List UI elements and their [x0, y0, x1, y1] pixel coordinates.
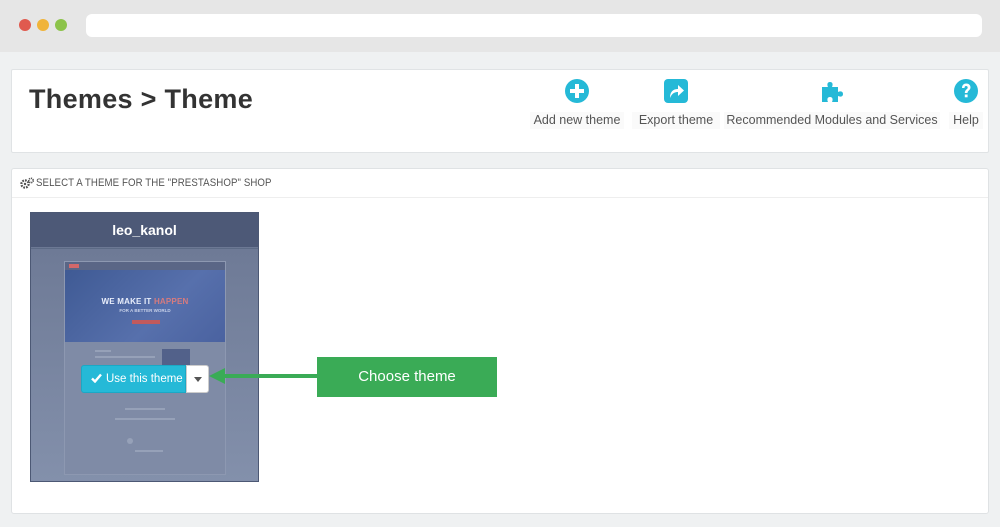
recommended-modules-label: Recommended Modules and Services	[724, 112, 940, 129]
preview-navbar	[65, 262, 225, 270]
theme-name: leo_kanol	[112, 222, 177, 238]
theme-card[interactable]: leo_kanol WE MAKE IT HAPPEN FOR A BETTER…	[30, 212, 259, 482]
preview-dot	[127, 438, 133, 444]
preview-text-line	[115, 418, 175, 420]
question-circle-icon	[954, 79, 978, 103]
preview-text-line	[125, 408, 165, 410]
admin-page: Themes > Theme Add new theme Export them…	[0, 52, 1000, 527]
preview-text-line	[95, 356, 155, 358]
preview-hero-banner: WE MAKE IT HAPPEN FOR A BETTER WORLD	[65, 270, 225, 342]
theme-name-bar: leo_kanol	[31, 213, 258, 248]
export-theme-button[interactable]: Export theme	[632, 76, 720, 130]
address-bar[interactable]	[86, 14, 982, 37]
browser-chrome	[0, 0, 1000, 52]
add-new-theme-label: Add new theme	[530, 112, 624, 129]
preview-subline: FOR A BETTER WORLD	[119, 308, 171, 313]
help-label: Help	[949, 112, 983, 129]
window-maximize-dot[interactable]	[55, 19, 67, 31]
caret-down-icon	[194, 377, 202, 382]
window-minimize-dot[interactable]	[37, 19, 49, 31]
preview-headline: WE MAKE IT HAPPEN	[101, 297, 189, 306]
theme-options-dropdown-button[interactable]	[186, 365, 209, 393]
use-this-theme-button[interactable]: Use this theme	[81, 365, 186, 393]
choose-theme-callout: Choose theme	[317, 357, 497, 397]
plus-circle-icon	[565, 79, 589, 103]
export-theme-label: Export theme	[632, 112, 720, 129]
use-this-theme-label: Use this theme	[106, 373, 183, 385]
panel-title: SELECT A THEME FOR THE "PRESTASHOP" SHOP	[36, 177, 272, 189]
annotation-arrow	[209, 368, 319, 384]
preview-text-line	[95, 350, 111, 352]
share-icon	[664, 79, 688, 103]
gears-icon	[20, 177, 34, 189]
theme-select-panel: SELECT A THEME FOR THE "PRESTASHOP" SHOP…	[11, 168, 989, 514]
puzzle-icon	[822, 82, 843, 102]
preview-logo	[69, 264, 79, 268]
window-close-dot[interactable]	[19, 19, 31, 31]
recommended-modules-button[interactable]: Recommended Modules and Services	[724, 76, 940, 130]
page-title: Themes > Theme	[29, 84, 254, 114]
panel-heading: SELECT A THEME FOR THE "PRESTASHOP" SHOP	[12, 169, 988, 198]
page-header: Themes > Theme Add new theme Export them…	[11, 69, 989, 153]
help-button[interactable]: Help	[949, 76, 983, 130]
add-new-theme-button[interactable]: Add new theme	[530, 76, 624, 130]
check-icon	[91, 373, 102, 383]
preview-text-line	[135, 450, 163, 452]
preview-hero-button	[132, 320, 160, 324]
